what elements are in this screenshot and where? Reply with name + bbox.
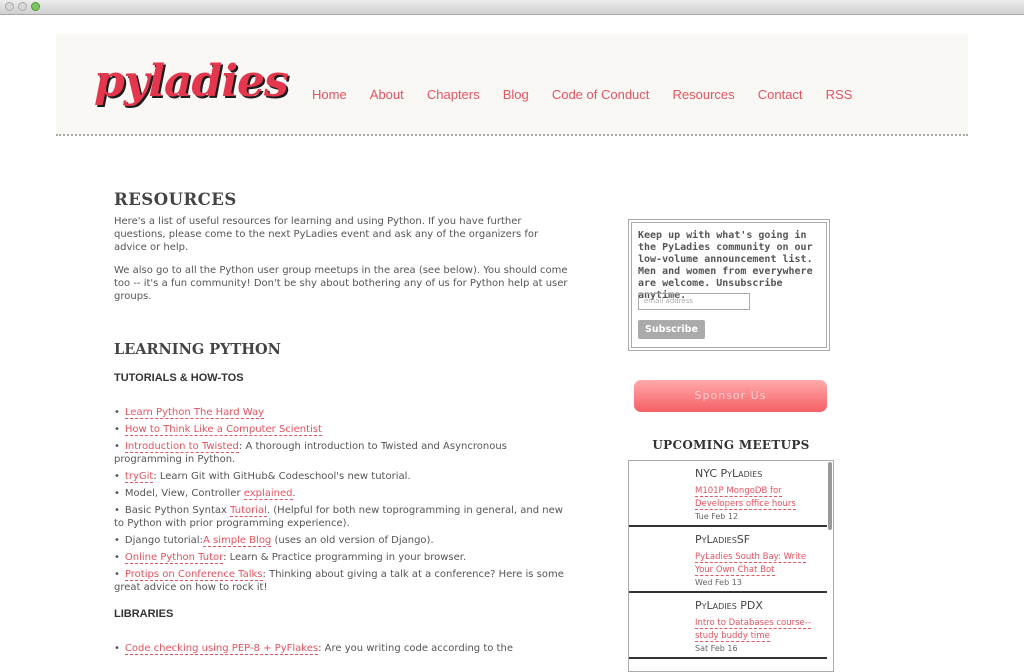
list-item: Basic Python Syntax Tutorial. (Helpful f… (114, 504, 574, 530)
meetup-group: NYC PyLadies (695, 467, 763, 480)
link[interactable]: Tutorial (230, 505, 267, 517)
meetups-list: NYC PyLadies M101P MongoDB for Developer… (628, 460, 834, 672)
signup-text: Keep up with what's going in the PyLadie… (638, 230, 813, 301)
list-item: How to Think Like a Computer Scientist (114, 423, 574, 436)
nav-blog[interactable]: Blog (503, 87, 529, 102)
nav-home[interactable]: Home (312, 87, 347, 102)
link[interactable]: Code checking using PEP-8 + PyFlakes (124, 643, 319, 655)
email-field[interactable]: email address (638, 293, 750, 310)
meetup-date: Wed Feb 13 (695, 578, 742, 587)
link[interactable]: Introduction to Twisted (124, 441, 239, 453)
pyladies-logo[interactable]: pyladies (94, 56, 289, 107)
zoom-window-icon[interactable] (31, 2, 40, 11)
list-item: Protips on Conference Talks: Thinking ab… (114, 568, 574, 594)
list-item: Model, View, Controller explained. (114, 487, 574, 500)
meetup-title[interactable]: M101P MongoDB for Developers office hour… (695, 485, 820, 511)
signup-frame: Keep up with what's going in the PyLadie… (631, 222, 827, 348)
link[interactable]: Learn Python The Hard Way (124, 407, 265, 419)
meetup-date: Sat Feb 16 (695, 644, 738, 653)
link[interactable]: explained (243, 488, 293, 500)
link[interactable]: Protips on Conference Talks (124, 569, 263, 581)
list-item: Django tutorial:A simple Blog (uses an o… (114, 534, 574, 547)
meetup-item[interactable]: PyLadies PDX Intro to Databases course--… (629, 593, 827, 659)
main-content: RESOURCES Here's a list of useful resour… (114, 190, 574, 669)
nav-resources[interactable]: Resources (673, 87, 735, 102)
link[interactable]: How to Think Like a Computer Scientist (124, 424, 322, 436)
meetup-group: PyLadies PDX (695, 599, 763, 612)
tutorials-list: Learn Python The Hard Way How to Think L… (114, 406, 574, 594)
intro-paragraph: Here's a list of useful resources for le… (114, 216, 539, 253)
list-item: Learn Python The Hard Way (114, 406, 574, 419)
site-header: pyladies Home About Chapters Blog Code o… (56, 34, 968, 136)
subscribe-button[interactable]: Subscribe (638, 320, 705, 339)
tutorials-heading: TUTORIALS & HOW-TOS (114, 372, 244, 384)
nav-about[interactable]: About (370, 87, 404, 102)
link[interactable]: tryGit (124, 471, 154, 483)
main-nav: Home About Chapters Blog Code of Conduct… (312, 84, 870, 103)
libraries-heading: LIBRARIES (114, 608, 174, 620)
list-item: Code checking using PEP-8 + PyFlakes: Ar… (114, 642, 574, 655)
nav-chapters[interactable]: Chapters (427, 87, 480, 102)
scrollbar[interactable] (828, 462, 832, 530)
nav-code-of-conduct[interactable]: Code of Conduct (552, 87, 650, 102)
upcoming-meetups-heading: UPCOMING MEETUPS (652, 438, 810, 452)
minimize-window-icon[interactable] (18, 2, 27, 11)
link[interactable]: A simple Blog (202, 535, 272, 547)
meetup-item[interactable]: PyLadiesSF PyLadies South Bay: Write You… (629, 527, 827, 593)
window-titlebar (0, 0, 1024, 15)
meetup-title[interactable]: Intro to Databases course-- study buddy … (695, 617, 820, 643)
sponsor-us-button[interactable]: Sponsor Us (634, 380, 827, 412)
learning-python-heading: LEARNING PYTHON (114, 341, 281, 358)
list-item: tryGit: Learn Git with GitHub& Codeschoo… (114, 470, 574, 483)
meetup-item[interactable]: NYC PyLadies M101P MongoDB for Developer… (629, 461, 827, 527)
close-window-icon[interactable] (5, 2, 14, 11)
link[interactable]: Online Python Tutor (124, 552, 224, 564)
libraries-list: Code checking using PEP-8 + PyFlakes: Ar… (114, 642, 574, 655)
nav-rss[interactable]: RSS (826, 87, 853, 102)
meetups-paragraph: We also go to all the Python user group … (114, 265, 568, 302)
nav-contact[interactable]: Contact (758, 87, 803, 102)
list-item: Online Python Tutor: Learn & Practice pr… (114, 551, 574, 564)
meetup-group: PyLadiesSF (695, 533, 751, 546)
list-item: Introduction to Twisted: A thorough intr… (114, 440, 574, 466)
meetup-date: Tue Feb 12 (695, 512, 739, 521)
page-title: RESOURCES (114, 190, 237, 209)
newsletter-signup: Keep up with what's going in the PyLadie… (628, 219, 830, 351)
meetup-title[interactable]: PyLadies South Bay: Write Your Own Chat … (695, 551, 820, 577)
